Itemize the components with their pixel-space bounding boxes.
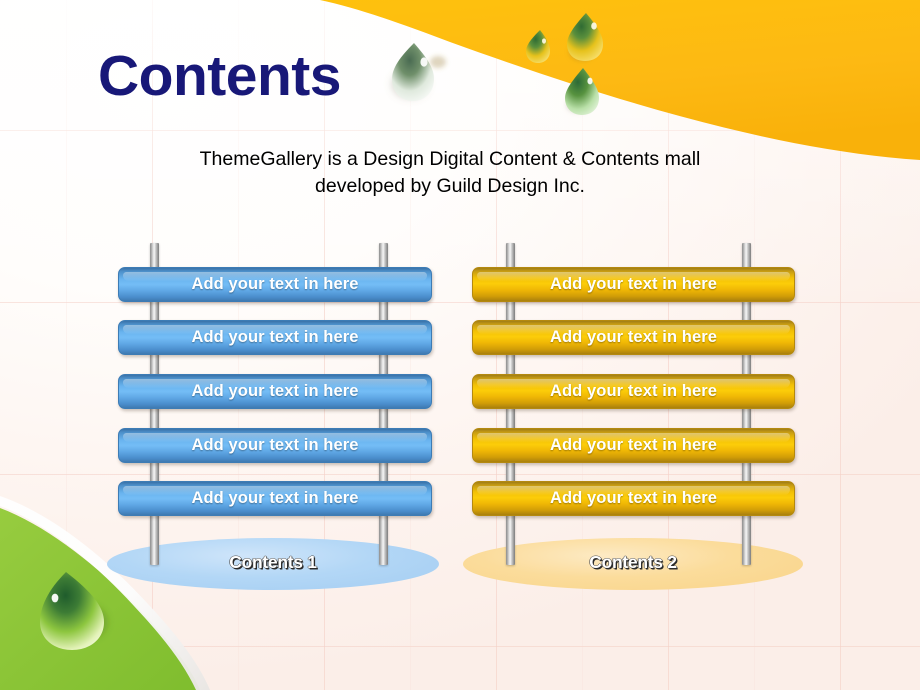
content-bar-2-1[interactable]: Add your text in here: [472, 267, 795, 302]
content-bar-2-3[interactable]: Add your text in here: [472, 374, 795, 409]
slide-canvas: Contents ThemeGallery is a Design Digita…: [0, 0, 920, 690]
content-bar-label: Add your text in here: [549, 436, 718, 454]
content-bar-2-5[interactable]: Add your text in here: [472, 481, 795, 516]
content-bar-label: Add your text in here: [549, 275, 718, 293]
content-bar-label: Add your text in here: [191, 436, 359, 454]
content-bar-label: Add your text in here: [191, 275, 359, 293]
sign-group-contents-2: Contents 2 Add your text in here Add you…: [0, 0, 920, 690]
content-bar-label: Add your text in here: [549, 382, 718, 400]
content-bar-2-4[interactable]: Add your text in here: [472, 428, 795, 463]
content-bar-label: Add your text in here: [549, 328, 718, 346]
content-bar-2-2[interactable]: Add your text in here: [472, 320, 795, 355]
content-bar-label: Add your text in here: [191, 328, 359, 346]
content-bar-label: Add your text in here: [549, 489, 718, 507]
content-bar-label: Add your text in here: [191, 489, 359, 507]
content-bar-label: Add your text in here: [191, 382, 359, 400]
